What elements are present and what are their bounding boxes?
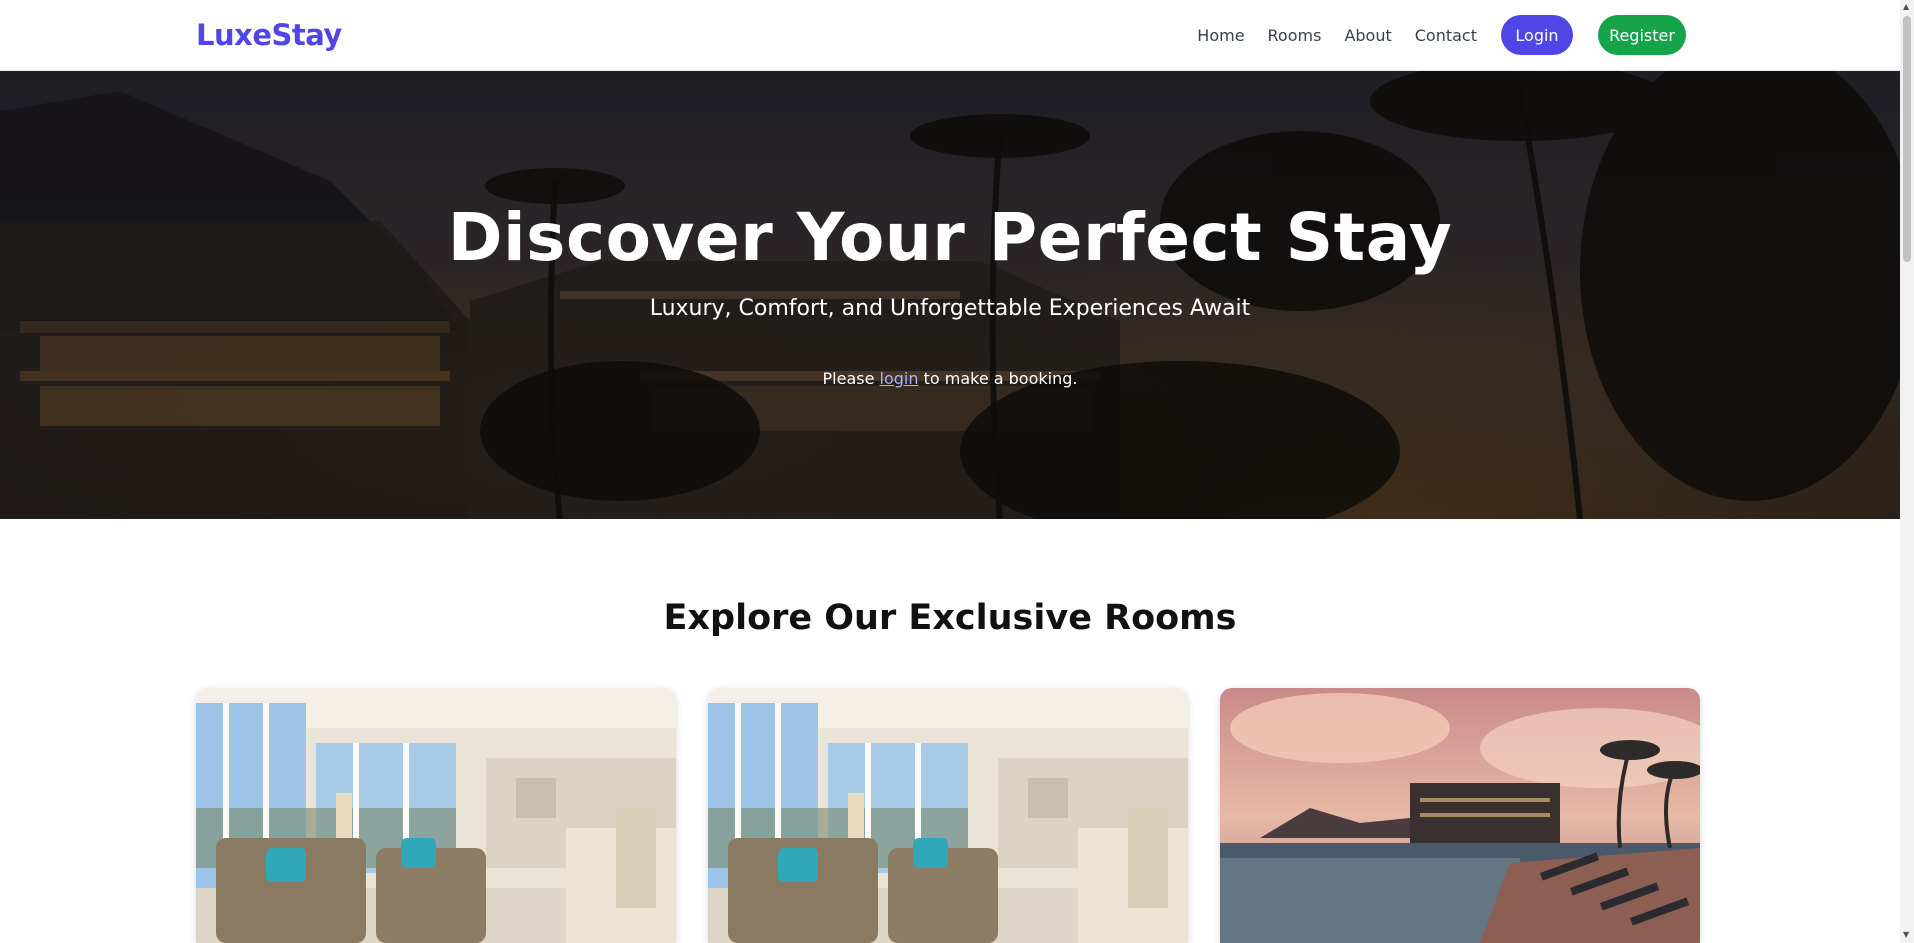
hero-banner: Discover Your Perfect Stay Luxury, Comfo… [0,71,1900,519]
hero-subtitle: Luxury, Comfort, and Unforgettable Exper… [649,296,1251,321]
prompt-prefix: Please [822,369,875,388]
scroll-down-arrow-icon[interactable]: ▼ [1903,930,1909,939]
nav-contact-link[interactable]: Contact [1415,26,1477,45]
register-button[interactable]: Register [1598,15,1686,55]
room-card[interactable] [1220,688,1700,943]
rooms-section-title: Explore Our Exclusive Rooms [663,598,1237,638]
login-button[interactable]: Login [1501,15,1573,55]
brand-logo[interactable]: LuxeStay [196,18,342,52]
scroll-up-arrow-icon[interactable]: ▲ [1903,2,1909,11]
hero-content: Discover Your Perfect Stay Luxury, Comfo… [0,71,1900,519]
booking-login-prompt: Please login to make a booking. [0,369,1900,388]
room-image [1220,688,1700,943]
room-card[interactable] [708,688,1188,943]
scrollbar-thumb[interactable] [1903,16,1911,262]
room-card[interactable] [196,688,676,943]
nav-rooms-link[interactable]: Rooms [1268,26,1322,45]
nav-home-link[interactable]: Home [1197,26,1244,45]
room-image [708,688,1188,943]
page-scrollbar[interactable]: ▲ ▼ [1900,0,1914,943]
room-image [196,688,676,943]
prompt-login-link[interactable]: login [880,369,919,388]
site-header: LuxeStay Home Rooms About Contact Login … [0,0,1900,71]
hero-title: Discover Your Perfect Stay [447,199,1453,276]
main-nav: Home Rooms About Contact Login Register [1197,15,1686,55]
prompt-suffix: to make a booking. [923,369,1078,388]
nav-about-link[interactable]: About [1344,26,1391,45]
